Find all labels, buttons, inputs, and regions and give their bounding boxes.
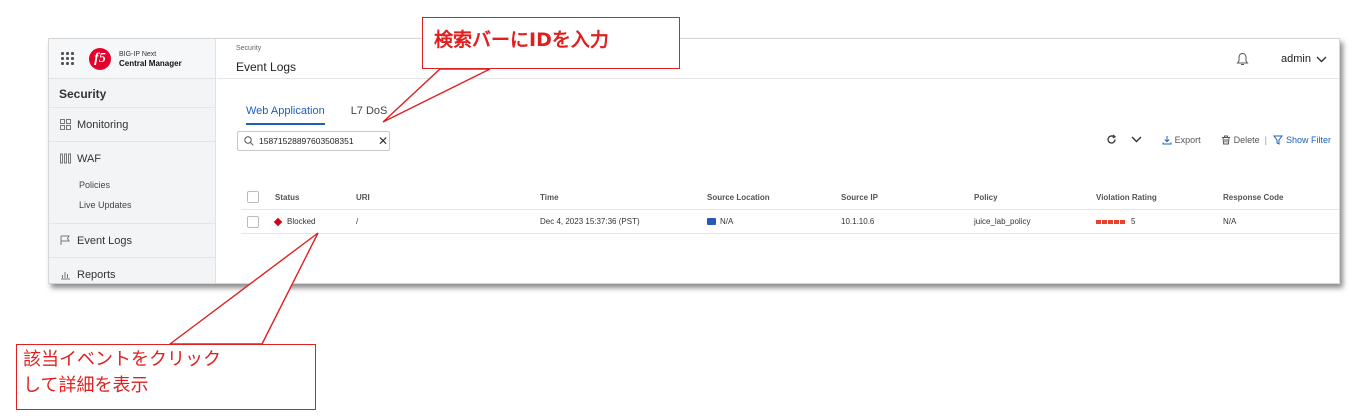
user-menu[interactable]: admin (1281, 53, 1327, 65)
violation-rating-value: 5 (1131, 217, 1136, 226)
sidebar-subitem-live-updates[interactable]: Live Updates (49, 195, 215, 215)
click-annotation-callout: 該当イベントをクリック して詳細を表示 (16, 344, 316, 410)
policy-cell: juice_lab_policy (974, 217, 1031, 226)
uri-cell: / (356, 217, 359, 226)
f5-logo: f5 (89, 47, 111, 70)
sidebar-item-label: Monitoring (77, 118, 129, 131)
column-header-status[interactable]: Status (275, 185, 299, 209)
product-name: BIG-IP Next Central Manager (119, 50, 182, 68)
sidebar-section-title: Security (59, 87, 107, 101)
sidebar-item-waf[interactable]: WAF (49, 141, 215, 175)
export-button[interactable]: Export (1162, 135, 1201, 145)
show-filter-button[interactable]: Show Filter (1272, 134, 1331, 145)
response-code-cell: N/A (1223, 217, 1237, 226)
blocked-status-icon (273, 217, 283, 226)
waf-icon (59, 153, 71, 165)
sidebar-subitem-policies[interactable]: Policies (49, 175, 215, 195)
brand-bar: f5 BIG-IP Next Central Manager (49, 39, 215, 79)
user-name: admin (1281, 53, 1311, 65)
search-input[interactable] (259, 136, 374, 146)
toolbar-separator: | (1264, 134, 1267, 145)
location-flag-icon (707, 218, 716, 225)
delete-label: Delete (1233, 134, 1260, 145)
event-log-table: Status URI Time ↓ Source Location Source… (241, 185, 1339, 234)
column-header-time[interactable]: Time (540, 185, 559, 209)
click-annotation-line2: して詳細を表示 (23, 375, 149, 396)
violation-rating-bar (1096, 219, 1126, 224)
column-header-source-location[interactable]: Source Location (707, 185, 770, 209)
row-checkbox[interactable] (247, 210, 259, 233)
search-annotation-callout: 検索バーにIDを入力 (422, 17, 680, 69)
status-text: Blocked (287, 217, 316, 226)
page-header: Security Event Logs admin (217, 39, 1339, 79)
source-location-cell: N/A (707, 210, 733, 233)
search-annotation-text: 検索バーにIDを入力 (434, 29, 609, 51)
bell-icon[interactable] (1236, 52, 1249, 67)
delete-button[interactable]: Delete (1221, 135, 1260, 145)
click-annotation-line1: 該当イベントをクリック (23, 349, 221, 370)
tab-l7-dos[interactable]: L7 DoS (351, 105, 388, 125)
tab-web-application[interactable]: Web Application (246, 105, 325, 125)
select-all-checkbox[interactable] (247, 185, 259, 209)
product-name-line2: Central Manager (119, 58, 182, 68)
source-location-text: N/A (720, 217, 734, 226)
table-toolbar: Export Delete | Show Filter (1106, 134, 1331, 145)
time-cell: Dec 4, 2023 15:37:36 (PST) (540, 217, 640, 226)
filter-icon (1272, 135, 1283, 145)
table-header-row: Status URI Time ↓ Source Location Source… (241, 185, 1339, 210)
page-title: Event Logs (236, 60, 297, 74)
chevron-down-icon (1316, 56, 1327, 62)
screenshot-stage: f5 BIG-IP Next Central Manager Security … (0, 0, 1366, 418)
sidebar-item-label: Event Logs (77, 234, 133, 247)
sidebar-item-event-logs[interactable]: Event Logs (49, 223, 215, 257)
dashboard-icon (59, 119, 71, 131)
column-header-source-ip[interactable]: Source IP (841, 185, 878, 209)
clear-search-icon[interactable]: ✕ (378, 134, 388, 148)
app-window: f5 BIG-IP Next Central Manager Security … (48, 38, 1340, 284)
sidebar: f5 BIG-IP Next Central Manager Security … (49, 39, 216, 283)
column-header-policy[interactable]: Policy (974, 185, 998, 209)
product-name-line1: BIG-IP Next (119, 50, 157, 58)
breadcrumb[interactable]: Security (236, 45, 261, 52)
show-filter-label: Show Filter (1285, 134, 1331, 145)
sidebar-item-monitoring[interactable]: Monitoring (49, 107, 215, 141)
tab-bar: Web Application L7 DoS (246, 105, 413, 125)
table-row[interactable]: Blocked / Dec 4, 2023 15:37:36 (PST) N/A… (241, 210, 1339, 234)
chevron-down-icon[interactable] (1131, 136, 1142, 143)
source-ip-cell: 10.1.10.6 (841, 217, 875, 226)
flag-icon (59, 235, 71, 247)
column-header-violation-rating[interactable]: Violation Rating (1096, 185, 1157, 209)
sidebar-item-label: WAF (77, 152, 102, 165)
refresh-icon[interactable] (1106, 134, 1117, 145)
column-header-response-code[interactable]: Response Code (1223, 185, 1283, 209)
download-icon (1162, 135, 1172, 144)
bar-chart-icon (59, 269, 71, 281)
sidebar-item-reports[interactable]: Reports (49, 257, 215, 283)
search-box: ✕ (237, 131, 390, 151)
column-header-uri[interactable]: URI (356, 185, 370, 209)
violation-rating-cell: 5 (1096, 210, 1135, 233)
trash-icon (1221, 135, 1230, 144)
export-label: Export (1174, 134, 1201, 145)
sidebar-item-label: Reports (77, 268, 116, 281)
search-icon (244, 136, 254, 146)
app-grid-icon[interactable] (61, 51, 75, 66)
status-cell: Blocked (273, 210, 316, 233)
